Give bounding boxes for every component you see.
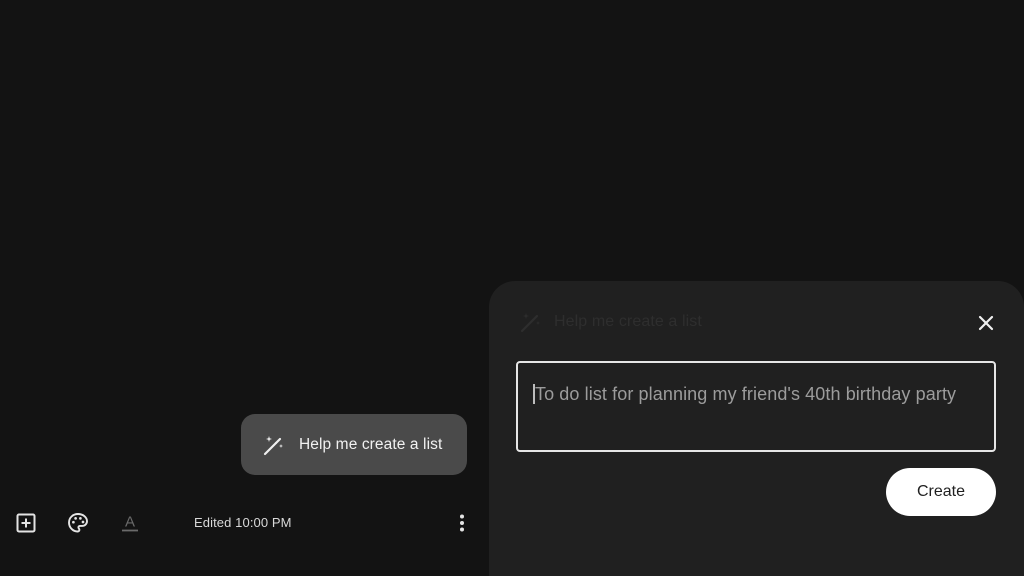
note-editor-screen: Help me create a list A Edited 10:00 PM bbox=[0, 0, 1024, 576]
more-vert-icon[interactable] bbox=[448, 509, 476, 537]
prompt-value: To do list for planning my friend's 40th… bbox=[535, 384, 957, 404]
text-format-icon[interactable]: A bbox=[116, 509, 144, 537]
help-me-create-panel: Help me create a list To do list for pla… bbox=[489, 281, 1024, 576]
help-me-create-list-chip[interactable]: Help me create a list bbox=[241, 414, 467, 475]
magic-wand-icon bbox=[261, 433, 285, 457]
text-format-glyph: A bbox=[125, 514, 135, 531]
edited-timestamp: Edited 10:00 PM bbox=[194, 515, 292, 530]
create-button[interactable]: Create bbox=[886, 468, 996, 516]
panel-title: Help me create a list bbox=[554, 313, 702, 330]
prompt-input[interactable]: To do list for planning my friend's 40th… bbox=[516, 361, 996, 452]
text-caret bbox=[533, 384, 535, 404]
close-icon bbox=[976, 313, 996, 333]
magic-wand-icon bbox=[518, 310, 542, 334]
close-button[interactable] bbox=[974, 311, 998, 335]
panel-header: Help me create a list bbox=[518, 310, 702, 334]
palette-icon[interactable] bbox=[64, 509, 92, 537]
add-box-icon[interactable] bbox=[12, 509, 40, 537]
chip-label: Help me create a list bbox=[299, 435, 443, 453]
